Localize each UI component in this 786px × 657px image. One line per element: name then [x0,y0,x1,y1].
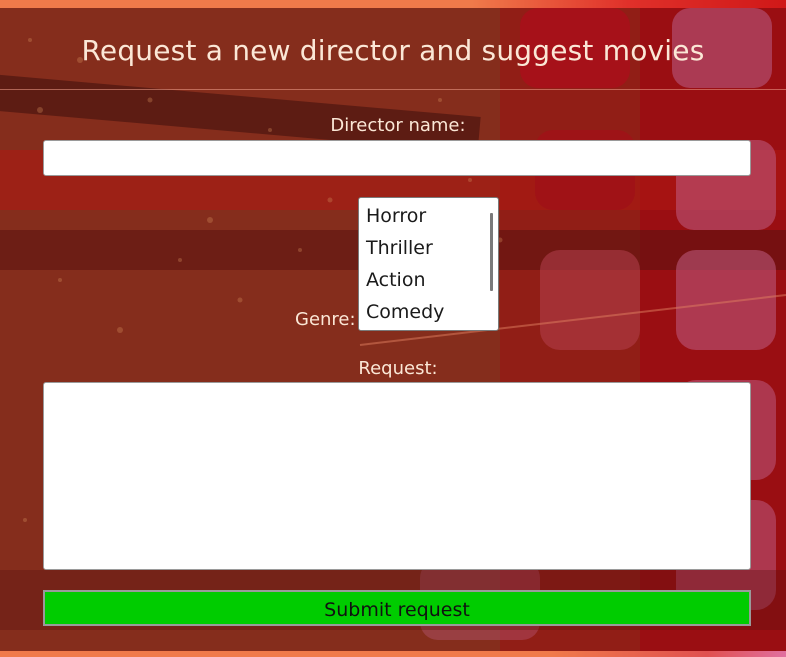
page-title: Request a new director and suggest movie… [81,34,705,67]
title-divider [0,89,786,90]
director-name-label: Director name: [330,115,466,136]
genre-option-action[interactable]: Action [366,269,426,291]
genre-option-comedy[interactable]: Comedy [366,301,444,323]
request-director-page: Request a new director and suggest movie… [0,0,786,657]
genre-select-list[interactable]: Horror Thriller Action Comedy [358,197,499,331]
submit-request-button[interactable]: Submit request [43,590,751,626]
genre-list-scrollbar[interactable] [490,213,493,291]
request-textarea[interactable] [43,382,751,570]
bottom-accent-border [0,651,786,657]
genre-option-horror[interactable]: Horror [366,205,426,227]
director-name-input[interactable] [43,140,751,176]
genre-label: Genre: [295,309,356,330]
request-label: Request: [358,358,438,379]
genre-option-thriller[interactable]: Thriller [366,237,433,259]
top-accent-border [0,0,786,8]
